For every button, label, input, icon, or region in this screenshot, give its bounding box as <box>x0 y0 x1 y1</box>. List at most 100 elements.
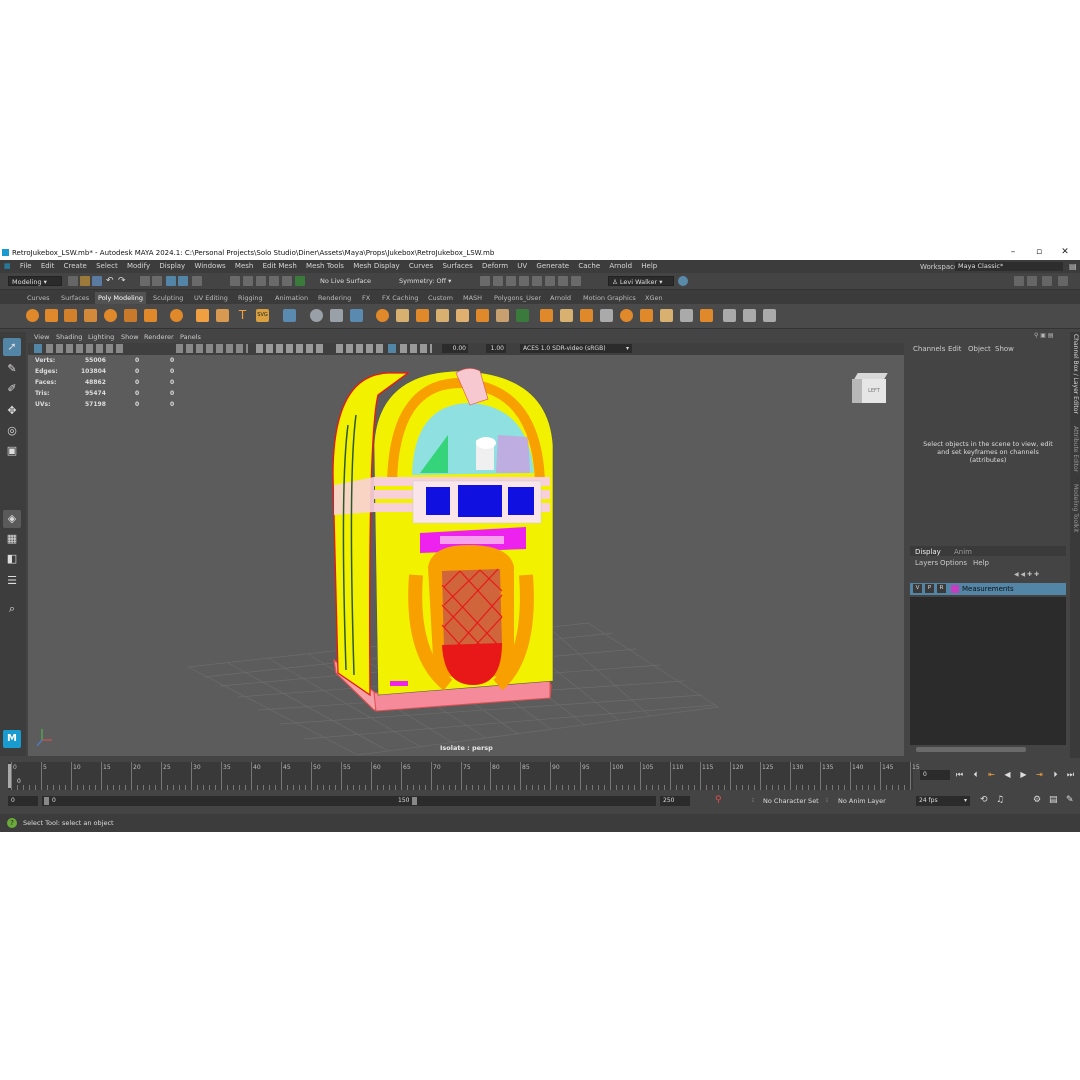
snap-curve-icon[interactable] <box>243 276 253 286</box>
layer-playback-toggle[interactable]: P <box>925 584 934 593</box>
character-set-menu-icon[interactable]: ⁝ <box>752 797 754 804</box>
grease-pencil-icon[interactable]: ✎ <box>1066 795 1074 805</box>
anim-layer-value[interactable]: No Anim Layer <box>838 797 886 805</box>
live-surface-field[interactable]: No Live Surface <box>317 276 381 286</box>
vp-menu-view[interactable]: View <box>34 333 49 341</box>
menu-cache[interactable]: Cache <box>578 260 600 273</box>
menu-windows[interactable]: Windows <box>194 260 225 273</box>
light-editor-icon[interactable] <box>558 276 568 286</box>
workspace-dropdown[interactable]: Maya Classic* <box>955 262 1063 271</box>
camera-tools-icons[interactable] <box>46 344 126 353</box>
outliner-icon[interactable]: ☰ <box>3 572 21 590</box>
snap-view-icon[interactable] <box>269 276 279 286</box>
uv-editor-icon[interactable] <box>680 309 693 322</box>
insert-edge-loop-icon[interactable] <box>540 309 553 322</box>
boolean-icon[interactable] <box>376 309 389 322</box>
render-settings-icon[interactable] <box>506 276 516 286</box>
close-icon[interactable]: ✕ <box>1058 247 1072 259</box>
poly-plane-icon[interactable] <box>124 309 137 322</box>
cb-menu-object[interactable]: Object <box>968 345 991 353</box>
fps-dropdown[interactable]: 24 fps ▾ <box>916 796 970 806</box>
toggle-tool-settings-icon[interactable] <box>1042 276 1052 286</box>
smooth-icon[interactable] <box>350 309 363 322</box>
unfold-icon[interactable] <box>700 309 713 322</box>
menu-mesh-display[interactable]: Mesh Display <box>353 260 399 273</box>
menu-display[interactable]: Display <box>159 260 185 273</box>
xray-toggle-icons[interactable] <box>400 344 432 353</box>
animation-prefs-icon[interactable]: ⚙ <box>1033 795 1041 805</box>
anim-layer-menu-icon[interactable]: ⁝ <box>826 797 828 804</box>
vp-menu-shading[interactable]: Shading <box>56 333 82 341</box>
target-weld-icon[interactable] <box>516 309 529 322</box>
layer-tab-anim[interactable]: Anim <box>954 548 972 556</box>
camera-select-icon[interactable] <box>34 344 42 353</box>
render-icon[interactable] <box>480 276 490 286</box>
playback-range-bar[interactable]: 0 150 <box>42 796 656 806</box>
layer-visibility-toggle[interactable]: V <box>913 584 922 593</box>
snap-point-icon[interactable] <box>256 276 266 286</box>
shelf-tab-sculpting[interactable]: Sculpting <box>150 292 186 304</box>
view-cube[interactable]: LEFT <box>852 373 888 403</box>
single-perspective-view-icon[interactable]: ◈ <box>3 510 21 528</box>
menu-surfaces[interactable]: Surfaces <box>442 260 472 273</box>
shelf-tab-polygons-user[interactable]: Polygons_User <box>491 292 544 304</box>
isolate-select-icon[interactable] <box>388 344 396 353</box>
poly-cone-icon[interactable] <box>84 309 97 322</box>
vp-menu-renderer[interactable]: Renderer <box>144 333 174 341</box>
shelf-tab-fx[interactable]: FX <box>359 292 373 304</box>
layer-scrollbar[interactable] <box>916 747 1026 752</box>
combine-icon[interactable] <box>310 309 323 322</box>
shelf-tab-fx-caching[interactable]: FX Caching <box>379 292 422 304</box>
step-back-frame-icon[interactable]: ⏴ <box>971 770 980 779</box>
cb-menu-show[interactable]: Show <box>995 345 1014 353</box>
super-shape-icon[interactable] <box>196 309 209 322</box>
bevel-icon[interactable] <box>456 309 469 322</box>
vp-menu-panels[interactable]: Panels <box>180 333 201 341</box>
persp-outliner-icon[interactable]: ◧ <box>3 550 21 568</box>
select-hierarchy-icon[interactable] <box>140 276 150 286</box>
shelf-tab-animation[interactable]: Animation <box>272 292 311 304</box>
shelf-tab-curves[interactable]: Curves <box>24 292 53 304</box>
viewport-persp[interactable]: Verts: 55006 0 0 Edges: 103804 0 0 Faces… <box>28 355 904 756</box>
snap-live-icon[interactable] <box>295 276 305 286</box>
range-end-handle[interactable] <box>412 797 417 805</box>
menu-create[interactable]: Create <box>64 260 87 273</box>
menu-edit[interactable]: Edit <box>41 260 55 273</box>
go-to-end-icon[interactable]: ⏭ <box>1066 770 1075 779</box>
maya-home-icon[interactable]: M <box>3 730 21 748</box>
minimize-icon[interactable]: – <box>1006 247 1020 259</box>
toggle-attribute-editor-icon[interactable] <box>1027 276 1037 286</box>
hypershade-icon[interactable] <box>519 276 529 286</box>
user-account-dropdown[interactable]: ♙ Levi Walker ▾ <box>608 276 674 286</box>
loop-icon[interactable]: ⟲ <box>980 795 988 805</box>
select-component-icon[interactable] <box>166 276 176 286</box>
lasso-tool-icon[interactable]: ✎ <box>3 360 21 378</box>
maximize-icon[interactable]: ▫ <box>1032 247 1046 259</box>
shelf-tab-uv-editing[interactable]: UV Editing <box>191 292 231 304</box>
auto-key-icon[interactable]: ⚲ <box>715 795 722 805</box>
layer-color-swatch[interactable] <box>951 585 959 593</box>
poly-sphere-icon[interactable] <box>26 309 39 322</box>
play-forwards-icon[interactable]: ▶ <box>1019 770 1028 779</box>
move-tool-icon[interactable]: ✥ <box>3 402 21 420</box>
new-scene-icon[interactable] <box>68 276 78 286</box>
symmetry-dropdown[interactable]: Symmetry: Off ▾ <box>396 276 456 286</box>
shelf-tab-motion-graphics[interactable]: Motion Graphics <box>580 292 639 304</box>
sidebar-tab-channel-box[interactable]: Channel Box / Layer Editor <box>1072 334 1079 414</box>
shelf-tab-mash[interactable]: MASH <box>460 292 485 304</box>
paint-select-icon[interactable]: ✐ <box>3 380 21 398</box>
select-edge-icon[interactable] <box>192 276 202 286</box>
menu-home-icon[interactable]: ▦ <box>4 260 11 273</box>
layer-tab-display[interactable]: Display <box>915 548 941 556</box>
poly-cube-icon[interactable] <box>45 309 58 322</box>
mirror-icon[interactable] <box>396 309 409 322</box>
vp-menu-show[interactable]: Show <box>121 333 139 341</box>
shelf-tab-arnold[interactable]: Arnold <box>547 292 574 304</box>
shelf-tab-poly-modeling[interactable]: Poly Modeling <box>95 292 146 304</box>
bridge-icon[interactable] <box>436 309 449 322</box>
mesh-icon[interactable] <box>283 309 296 322</box>
menu-arnold[interactable]: Arnold <box>609 260 632 273</box>
offset-edge-loop-icon[interactable] <box>560 309 573 322</box>
animation-end-field[interactable]: 250 <box>660 796 690 806</box>
separate-icon[interactable] <box>330 309 343 322</box>
